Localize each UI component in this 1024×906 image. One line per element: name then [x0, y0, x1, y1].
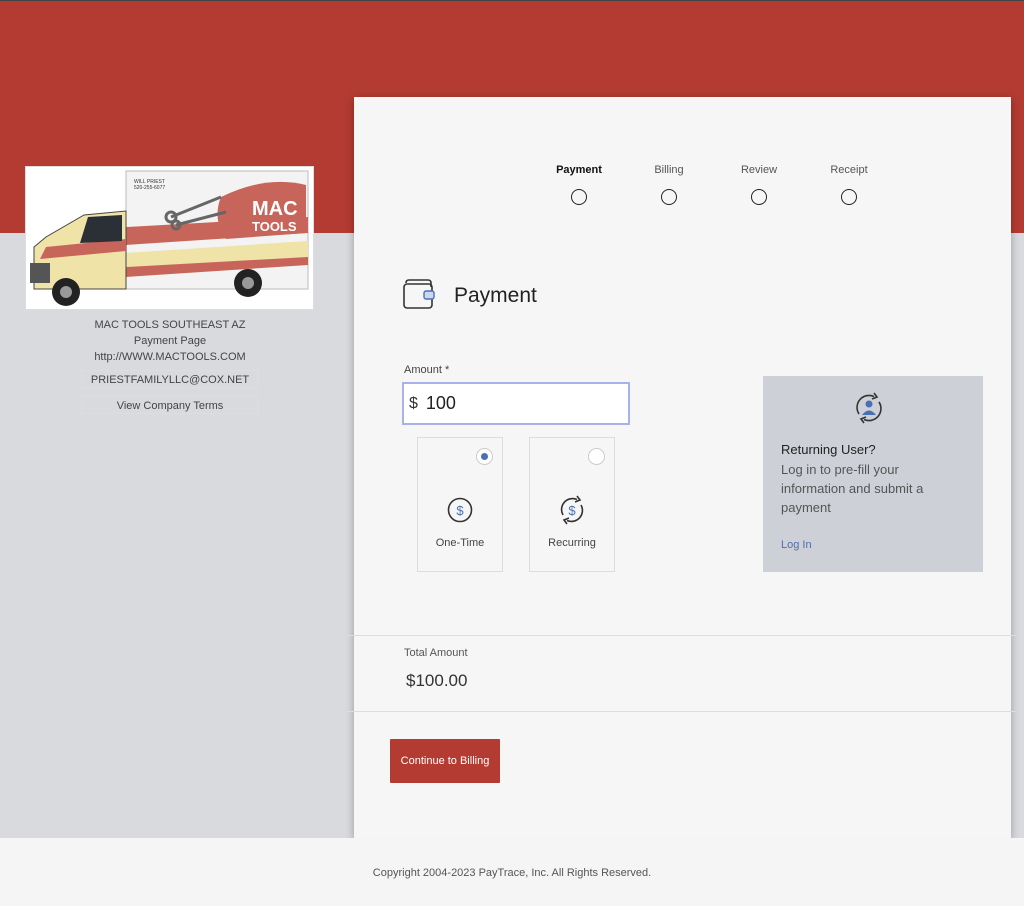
- merchant-website-link[interactable]: http://WWW.MACTOOLS.COM: [25, 349, 315, 365]
- copyright-text: Copyright 2004-2023 PayTrace, Inc. All R…: [372, 867, 652, 879]
- total-amount-value: $100.00: [406, 671, 468, 690]
- svg-text:$: $: [456, 503, 464, 518]
- progress-steps: Payment Billing Review Receipt: [534, 163, 868, 213]
- footer: Copyright 2004-2023 PayTrace, Inc. All R…: [0, 838, 1024, 906]
- recurring-dollar-icon: $: [557, 495, 587, 525]
- returning-user-panel: Returning User? Log in to pre-fill your …: [763, 376, 983, 572]
- returning-user-description: Log in to pre-fill your information and …: [781, 462, 924, 515]
- total-amount-label: Total Amount: [404, 647, 468, 659]
- svg-text:$: $: [568, 503, 576, 518]
- returning-user-title: Returning User?: [781, 442, 876, 457]
- amount-input[interactable]: [423, 392, 608, 415]
- step-receipt: Receipt: [804, 163, 894, 205]
- divider: [348, 711, 1016, 712]
- recurring-label: Recurring: [548, 537, 596, 549]
- view-company-terms-button[interactable]: View Company Terms: [81, 396, 259, 414]
- merchant-panel: MAC TOOLS WILL PRIEST 520-255-6077 MAC T…: [25, 166, 315, 414]
- step-indicator: [841, 189, 857, 205]
- wallet-icon: [402, 278, 436, 315]
- recurring-radio[interactable]: [588, 448, 605, 465]
- merchant-logo: MAC TOOLS WILL PRIEST 520-255-6077: [25, 166, 314, 310]
- merchant-name: MAC TOOLS SOUTHEAST AZ: [94, 319, 246, 331]
- recurring-option[interactable]: $ Recurring: [529, 437, 615, 572]
- amount-field[interactable]: $: [402, 382, 630, 425]
- step-indicator: [571, 189, 587, 205]
- step-indicator: [751, 189, 767, 205]
- payment-title: Payment: [454, 284, 537, 307]
- step-payment: Payment: [534, 163, 624, 205]
- merchant-email[interactable]: PRIESTFAMILYLLC@COX.NET: [81, 370, 259, 388]
- step-indicator: [661, 189, 677, 205]
- one-time-radio[interactable]: [476, 448, 493, 465]
- page-label: Payment Page: [133, 335, 207, 347]
- amount-label: Amount *: [404, 364, 450, 376]
- divider: [348, 635, 1016, 636]
- svg-text:TOOLS: TOOLS: [252, 219, 297, 234]
- dollar-circle-icon: $: [445, 495, 475, 525]
- svg-text:MAC: MAC: [252, 198, 298, 220]
- log-in-link[interactable]: Log In: [781, 539, 812, 551]
- payment-heading: Payment: [402, 278, 537, 315]
- one-time-label: One-Time: [435, 537, 485, 549]
- user-refresh-icon: [852, 391, 886, 425]
- step-review: Review: [714, 163, 804, 205]
- svg-text:520-255-6077: 520-255-6077: [134, 185, 165, 191]
- currency-symbol: $: [409, 394, 418, 412]
- one-time-option[interactable]: $ One-Time: [417, 437, 503, 572]
- payment-card: Payment Billing Review Receipt Payment A…: [348, 97, 1016, 838]
- step-billing: Billing: [624, 163, 714, 205]
- continue-to-billing-button[interactable]: Continue to Billing: [390, 739, 500, 783]
